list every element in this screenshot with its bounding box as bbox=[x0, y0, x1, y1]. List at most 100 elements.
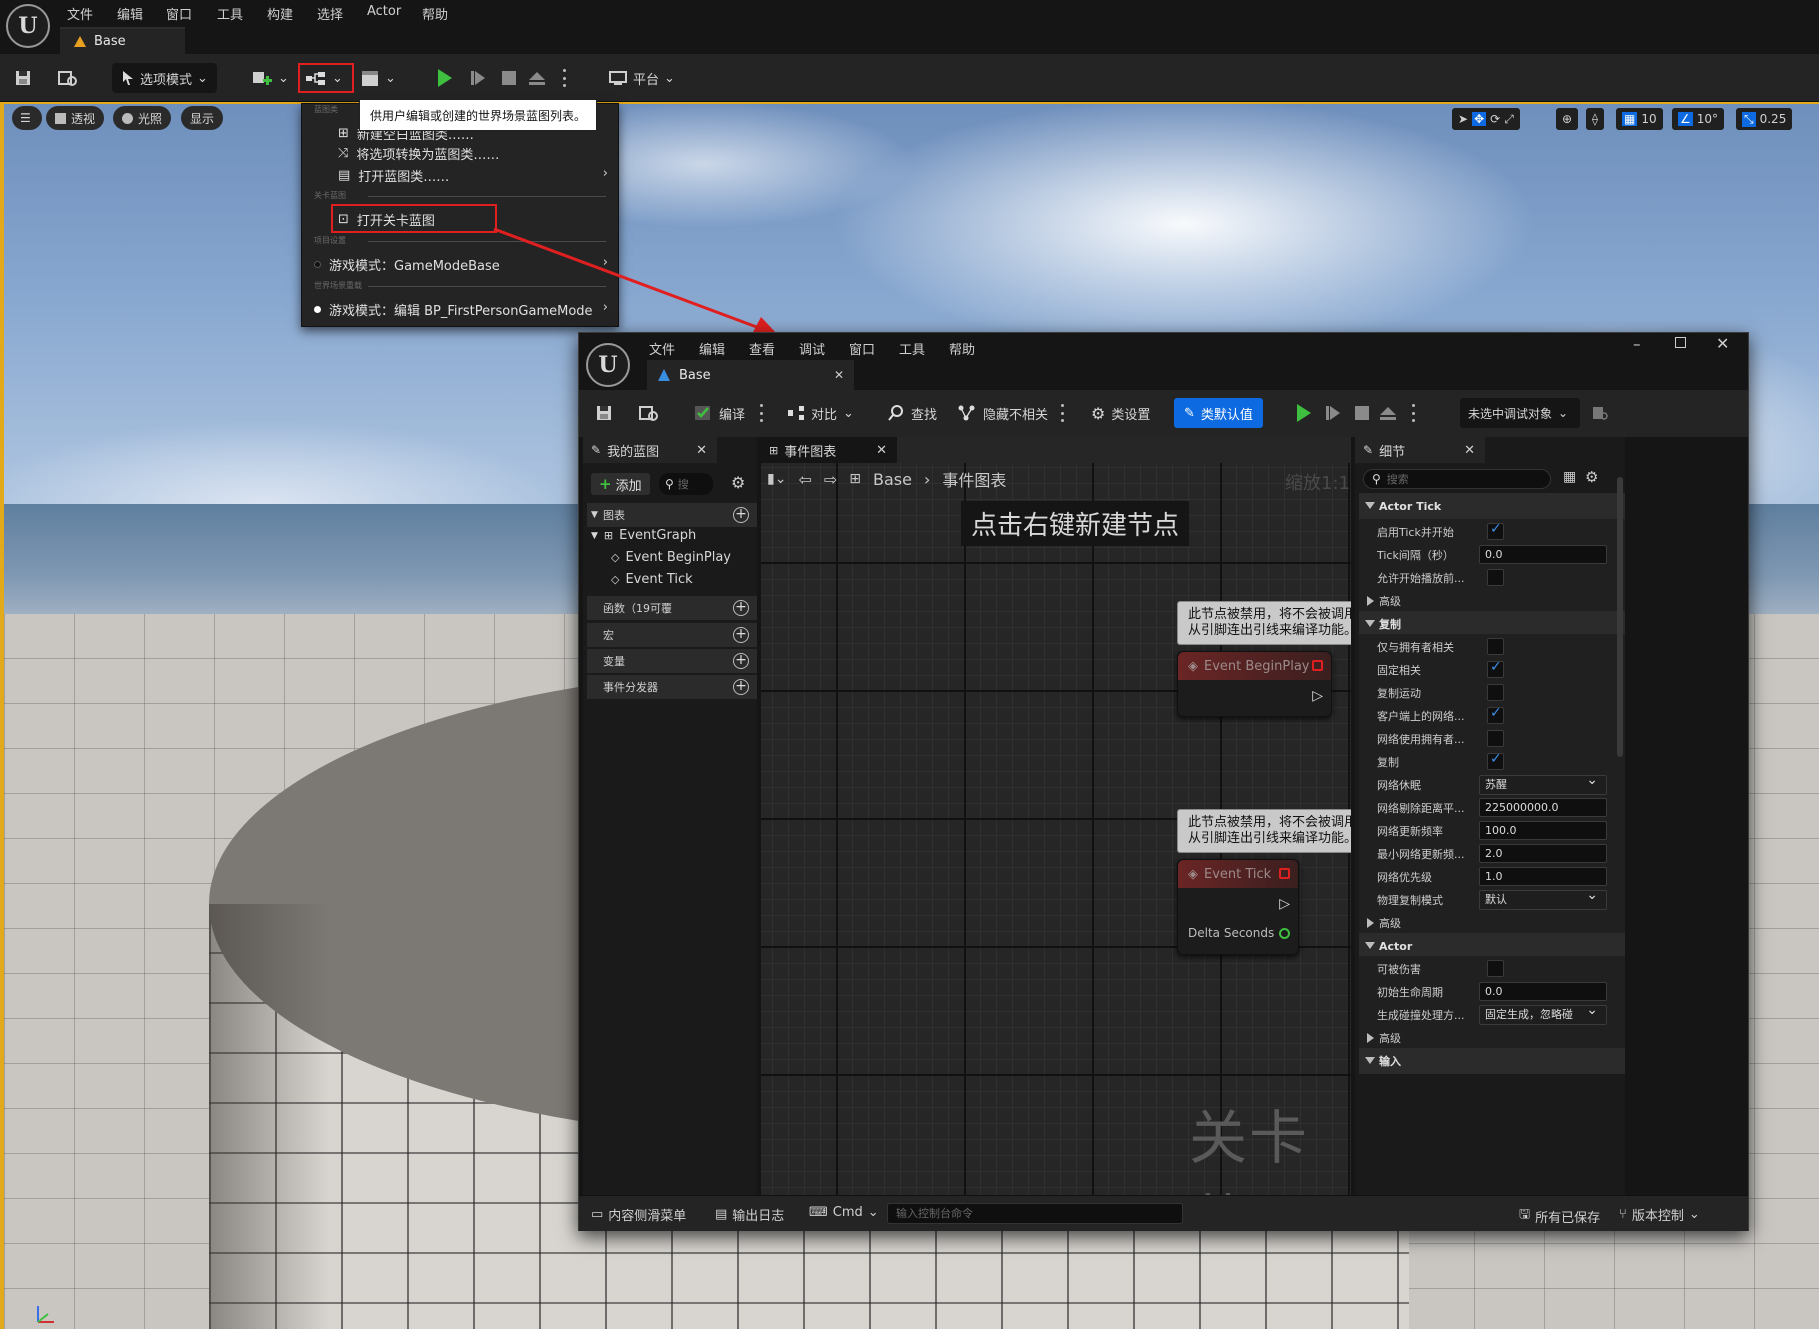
dd-open-blueprint-class[interactable]: ▤ 打开蓝图类…… bbox=[338, 166, 606, 185]
surface-snap-button[interactable]: ⟠ bbox=[1586, 108, 1604, 130]
input-net-update-frequency[interactable]: 100.0 bbox=[1479, 821, 1607, 840]
delegate-pin-icon[interactable] bbox=[1312, 660, 1323, 671]
tab-close-icon[interactable]: ✕ bbox=[696, 443, 707, 458]
kebab-icon[interactable] bbox=[759, 404, 763, 422]
bp-play-button[interactable] bbox=[1297, 398, 1311, 428]
class-settings-button[interactable]: ⚙ 类设置 bbox=[1091, 398, 1150, 428]
select-arrow-icon[interactable]: ➤ bbox=[1458, 112, 1468, 126]
combo-net-dormancy[interactable]: 苏醒 bbox=[1479, 771, 1607, 795]
tab-close-icon[interactable]: ✕ bbox=[834, 368, 844, 382]
maximize-icon[interactable] bbox=[1675, 337, 1686, 348]
table-view-icon[interactable]: ▦ bbox=[1563, 469, 1576, 485]
hide-unrelated-button[interactable]: 隐藏不相关 bbox=[957, 398, 1064, 428]
details-search[interactable]: ⚲ 搜索 bbox=[1363, 469, 1551, 489]
cinematics-button[interactable]: ⌄ bbox=[360, 63, 396, 93]
node-event-beginplay[interactable]: ◈ Event BeginPlay ▷ bbox=[1177, 651, 1332, 717]
bp-step-button[interactable] bbox=[1325, 398, 1343, 428]
platforms-dropdown[interactable]: 平台 ⌄ bbox=[608, 63, 675, 93]
menu-file[interactable]: 文件 bbox=[67, 4, 93, 23]
window-close-icon[interactable]: ✕ bbox=[1716, 334, 1729, 353]
checkbox-start-with-tick[interactable] bbox=[1487, 521, 1504, 540]
input-initial-lifespan[interactable]: 0.0 bbox=[1479, 982, 1607, 1001]
show-button[interactable]: 显示 bbox=[181, 106, 224, 130]
add-button[interactable]: + 添加 bbox=[591, 473, 650, 495]
checkbox-only-owner[interactable] bbox=[1487, 638, 1504, 655]
play-button[interactable] bbox=[438, 63, 452, 93]
bp-menu-help[interactable]: 帮助 bbox=[949, 339, 975, 358]
select-mode-dropdown[interactable]: 选项模式 ⌄ bbox=[112, 63, 217, 93]
category-graphs[interactable]: ▼ 图表 + bbox=[587, 503, 757, 527]
menu-tools[interactable]: 工具 bbox=[217, 4, 243, 23]
bp-menu-window[interactable]: 窗口 bbox=[849, 339, 875, 358]
breadcrumb-root[interactable]: Base bbox=[873, 470, 912, 489]
menu-help[interactable]: 帮助 bbox=[422, 4, 448, 23]
debug-object-dropdown[interactable]: 未选中调试对象 ⌄ bbox=[1460, 398, 1580, 428]
console-input[interactable]: 输入控制台命令 bbox=[887, 1203, 1183, 1224]
content-drawer-button[interactable]: ▭ 内容侧滑菜单 bbox=[591, 1205, 686, 1224]
scale-icon[interactable]: ⤢ bbox=[1504, 112, 1514, 127]
bp-save-button[interactable] bbox=[595, 398, 613, 428]
tab-close-icon[interactable]: ✕ bbox=[876, 443, 887, 458]
checkbox-replicate-movement[interactable] bbox=[1487, 684, 1504, 701]
combo-spawn-collision[interactable]: 固定生成，忽略碰 bbox=[1479, 1001, 1607, 1025]
class-defaults-button[interactable]: ✎ 类默认值 bbox=[1174, 398, 1263, 428]
gear-icon[interactable]: ⚙ bbox=[1585, 468, 1598, 486]
menu-build[interactable]: 构建 bbox=[267, 4, 293, 23]
node-event-tick[interactable]: ◈ Event Tick ▷ Delta Seconds bbox=[1177, 859, 1299, 955]
section-actor-tick[interactable]: Actor Tick bbox=[1359, 493, 1625, 519]
diff-dropdown[interactable]: 对比 ⌄ bbox=[787, 398, 854, 428]
rotate-icon[interactable]: ⟳ bbox=[1490, 112, 1500, 126]
add-macro-icon[interactable]: + bbox=[733, 627, 749, 643]
browse-content-button[interactable] bbox=[58, 63, 78, 93]
input-tick-interval[interactable]: 0.0 bbox=[1479, 545, 1607, 564]
category-functions[interactable]: 函数（19可覆 + bbox=[587, 596, 757, 620]
move-icon[interactable]: ✥ bbox=[1472, 112, 1487, 126]
delegate-pin-icon[interactable] bbox=[1279, 868, 1290, 879]
tab-close-icon[interactable]: ✕ bbox=[1464, 443, 1475, 458]
category-macros[interactable]: 宏 + bbox=[587, 623, 757, 647]
tree-event-beginplay[interactable]: ◇ Event BeginPlay bbox=[611, 550, 731, 565]
perspective-button[interactable]: 透视 bbox=[46, 106, 105, 130]
breadcrumb-leaf[interactable]: 事件图表 bbox=[942, 467, 1006, 491]
add-variable-icon[interactable]: + bbox=[733, 653, 749, 669]
gear-icon[interactable]: ⚙ bbox=[731, 473, 745, 492]
category-variables[interactable]: 变量 + bbox=[587, 649, 757, 673]
save-button[interactable] bbox=[14, 63, 32, 93]
checkbox-net-load-client[interactable] bbox=[1487, 705, 1504, 724]
bookmark-icon[interactable]: ▮⌄ bbox=[767, 471, 786, 487]
dd-gamemode[interactable]: 游戏模式：GameModeBase bbox=[314, 255, 500, 274]
rotation-snap-button[interactable]: ∠ 10° bbox=[1672, 108, 1725, 130]
all-saved-button[interactable]: 🖫 所有已保存 bbox=[1519, 1205, 1600, 1227]
bp-menu-debug[interactable]: 调试 bbox=[799, 339, 825, 358]
debug-find-button[interactable] bbox=[1591, 398, 1609, 428]
checkbox-net-use-owner[interactable] bbox=[1487, 730, 1504, 747]
minimize-icon[interactable]: – bbox=[1633, 335, 1641, 353]
lit-mode-button[interactable]: 光照 bbox=[113, 106, 172, 130]
level-tab[interactable]: Base bbox=[60, 27, 185, 54]
unreal-logo-icon[interactable]: U bbox=[6, 4, 50, 48]
play-options-button[interactable] bbox=[562, 63, 566, 93]
bp-document-tab[interactable]: Base ✕ bbox=[647, 360, 854, 390]
section-input[interactable]: 输入 bbox=[1359, 1048, 1625, 1074]
menu-select[interactable]: 选择 bbox=[317, 4, 343, 23]
bp-stop-button[interactable] bbox=[1355, 398, 1369, 428]
menu-actor[interactable]: Actor bbox=[367, 4, 401, 19]
details-tab[interactable]: ✎ 细节 ✕ bbox=[1355, 437, 1485, 463]
bp-menu-edit[interactable]: 编辑 bbox=[699, 339, 725, 358]
add-graph-icon[interactable]: + bbox=[733, 507, 749, 523]
input-min-net-update[interactable]: 2.0 bbox=[1479, 844, 1607, 863]
combo-physics-rep-mode[interactable]: 默认 bbox=[1479, 886, 1607, 910]
add-function-icon[interactable]: + bbox=[733, 600, 749, 616]
step-button[interactable] bbox=[470, 63, 488, 93]
output-log-button[interactable]: ▤ 输出日志 bbox=[715, 1205, 784, 1224]
input-net-cull-distance[interactable]: 225000000.0 bbox=[1479, 798, 1607, 817]
unreal-logo-icon[interactable]: U bbox=[586, 343, 630, 387]
add-actor-button[interactable]: ⌄ bbox=[251, 63, 289, 93]
checkbox-allow-tick-before[interactable] bbox=[1487, 569, 1504, 586]
tree-event-tick[interactable]: ◇ Event Tick bbox=[611, 572, 693, 587]
category-dispatchers[interactable]: 事件分发器 + bbox=[587, 675, 757, 699]
bp-menu-view[interactable]: 查看 bbox=[749, 339, 775, 358]
bp-menu-file[interactable]: 文件 bbox=[649, 339, 675, 358]
input-net-priority[interactable]: 1.0 bbox=[1479, 867, 1607, 886]
details-scrollbar[interactable] bbox=[1617, 477, 1623, 757]
